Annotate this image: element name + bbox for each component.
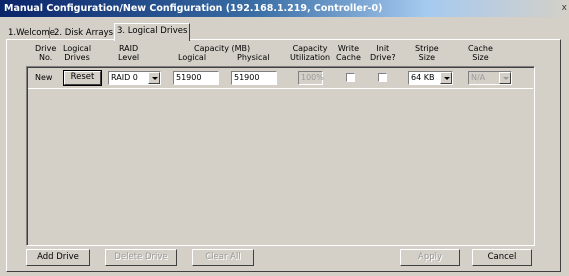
header-stripe-size: Stripe Size bbox=[415, 44, 439, 62]
reset-button[interactable]: Reset bbox=[63, 70, 102, 86]
header-capacity: Capacity (MB) bbox=[194, 44, 251, 53]
chevron-down-icon[interactable] bbox=[148, 72, 160, 84]
header-logical-drives: Logical Drives bbox=[63, 44, 92, 62]
add-drive-button[interactable]: Add Drive bbox=[26, 249, 90, 266]
clear-all-button[interactable]: Clear All bbox=[192, 249, 254, 266]
window-title: Manual Configuration/New Configuration (… bbox=[4, 3, 383, 14]
header-capacity-logical: Logical bbox=[178, 53, 207, 62]
physical-capacity-input[interactable]: 51900 bbox=[231, 71, 277, 85]
init-drive-checkbox[interactable] bbox=[378, 73, 387, 82]
cache-size-select: N/A bbox=[468, 71, 512, 85]
header-drive-no: Drive No. bbox=[35, 44, 57, 62]
apply-button[interactable]: Apply bbox=[400, 249, 460, 266]
logical-drives-grid: New Reset RAID 0 51900 51900 100% 64 KB … bbox=[26, 66, 535, 246]
tab-divider bbox=[49, 27, 50, 38]
logical-capacity-input[interactable]: 51900 bbox=[173, 71, 219, 85]
header-capacity-utilization: Capacity Utilization bbox=[290, 44, 331, 62]
header-cache-size: Cache Size bbox=[468, 44, 493, 62]
table-row: New Reset RAID 0 51900 51900 100% 64 KB … bbox=[28, 68, 533, 89]
chevron-down-icon bbox=[499, 72, 511, 84]
delete-drive-button[interactable]: Delete Drive bbox=[105, 249, 177, 266]
write-cache-checkbox[interactable] bbox=[346, 73, 355, 82]
close-icon[interactable]: x bbox=[562, 0, 567, 17]
cache-size-value: N/A bbox=[471, 73, 486, 82]
window-titlebar: Manual Configuration/New Configuration (… bbox=[0, 0, 569, 17]
header-capacity-physical: Physical bbox=[237, 53, 270, 62]
tab-logical-drives[interactable]: 3. Logical Drives bbox=[114, 23, 191, 41]
drive-no-cell: New bbox=[35, 73, 53, 82]
stripe-size-value: 64 KB bbox=[411, 73, 435, 82]
tab-disk-arrays[interactable]: 2. Disk Arrays bbox=[52, 26, 115, 40]
header-raid-level: RAID Level bbox=[118, 44, 140, 62]
utilization-input: 100% bbox=[298, 71, 324, 85]
stripe-size-select[interactable]: 64 KB bbox=[408, 71, 453, 85]
raid-level-select[interactable]: RAID 0 bbox=[108, 71, 161, 85]
cancel-button[interactable]: Cancel bbox=[472, 249, 532, 266]
raid-level-value: RAID 0 bbox=[111, 73, 138, 82]
chevron-down-icon[interactable] bbox=[440, 72, 452, 84]
header-init-drive: Init Drive? bbox=[370, 44, 396, 62]
header-write-cache: Write Cache bbox=[336, 44, 361, 62]
grid-inner bbox=[27, 67, 534, 245]
